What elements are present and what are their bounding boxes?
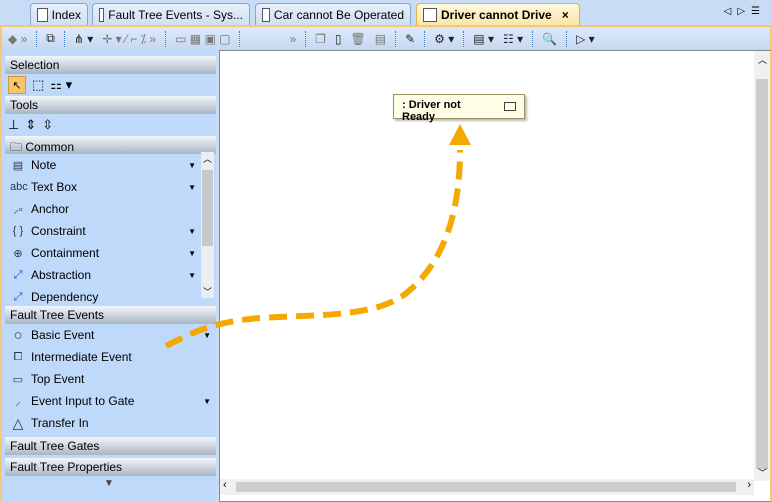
arrow-path (164, 149, 463, 349)
drag-hint-arrow (164, 124, 471, 349)
arrow-head (449, 124, 471, 145)
